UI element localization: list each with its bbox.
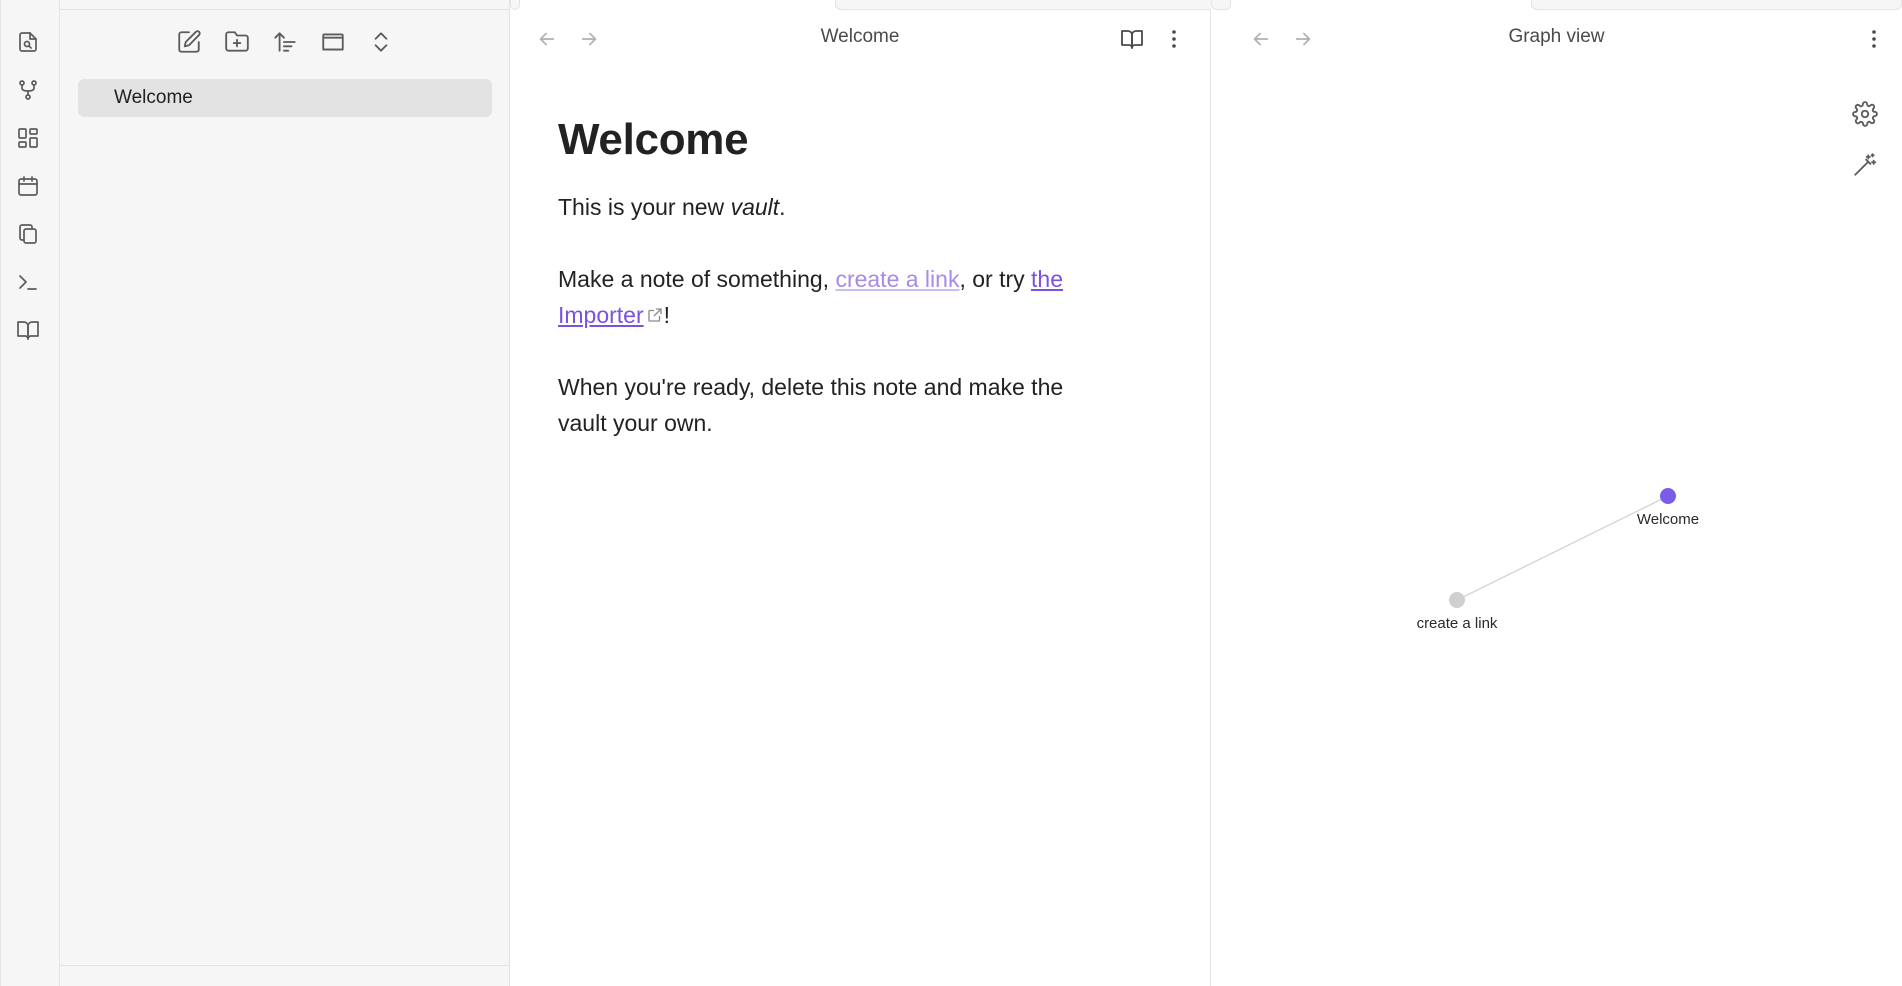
text: vault your own. [558,410,713,436]
graph-node-create-a-link[interactable] [1449,592,1465,608]
sidebar-tab-strip [60,0,509,10]
open-quick-switcher-icon[interactable] [13,27,43,57]
graph-canvas[interactable]: Welcome create a link [1211,66,1902,986]
file-item-welcome[interactable]: Welcome [78,79,492,117]
collapse-icon[interactable] [316,25,350,59]
templates-icon[interactable] [13,219,43,249]
animate-wand-icon[interactable] [1848,148,1882,182]
daily-note-icon[interactable] [13,171,43,201]
text: ! [663,302,671,328]
tab-strip-edge [835,0,1220,10]
tab-strip-edge [510,0,520,10]
file-item-label: Welcome [114,87,193,108]
editor-view-title: Welcome [820,26,900,47]
more-options-icon[interactable] [1157,22,1191,56]
note-paragraph-2: Make a note of something, create a link,… [558,261,1118,333]
sidebar-footer-divider [60,965,509,966]
left-ribbon [0,0,60,986]
external-link-icon [646,298,664,322]
new-folder-icon[interactable] [220,25,254,59]
text: , or try [959,266,1032,292]
graph-svg: Welcome create a link [1417,488,1699,632]
sort-icon[interactable] [268,25,302,59]
command-palette-icon[interactable] [13,267,43,297]
note-heading: Welcome [558,115,749,164]
graph-node-welcome[interactable] [1660,488,1676,504]
note-paragraph-1: This is your new vault. [558,189,1118,225]
expand-all-icon[interactable] [364,25,398,59]
graph-pane: Graph view Welcome create a link [1211,0,1902,986]
internal-link-create-a-link[interactable]: create a link [835,266,959,292]
graph-view-icon[interactable] [13,75,43,105]
reading-view-icon[interactable] [1115,22,1149,56]
graph-settings-gear-icon[interactable] [1848,97,1882,131]
graph-view-title: Graph view [1508,26,1605,47]
link-text: the [1031,266,1063,292]
file-explorer-toolbar [60,25,510,59]
graph-node-label: create a link [1417,615,1498,632]
file-explorer-sidebar: Welcome [60,0,510,986]
italic-text: vault [730,194,780,220]
link-text: Importer [558,302,644,328]
new-note-icon[interactable] [172,25,206,59]
canvas-icon[interactable] [13,123,43,153]
text: Make a note of something, [558,266,836,292]
note-paragraph-3: When you're ready, delete this note and … [558,369,1118,441]
text: When you're ready, delete this note and … [558,374,1064,400]
note-content[interactable]: Welcome This is your new vault. Make a n… [558,115,1118,477]
more-options-icon[interactable] [1857,22,1891,56]
tab-strip-edge [1211,0,1231,10]
help-icon[interactable] [13,315,43,345]
editor-pane: Welcome Welcome This is your new vault. … [510,0,1220,986]
text: This is your new [558,194,731,220]
tab-strip-edge [1531,0,1902,10]
graph-node-label: Welcome [1637,511,1699,528]
text: . [779,194,786,220]
